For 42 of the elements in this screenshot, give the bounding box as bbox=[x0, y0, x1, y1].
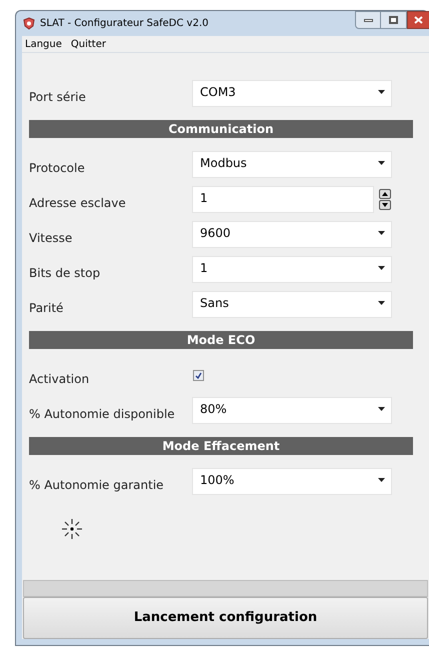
dropdown[interactable]: COM3 bbox=[192, 80, 392, 107]
field-label: Protocole bbox=[29, 160, 86, 176]
section-header: Communication bbox=[29, 120, 413, 138]
launch-configuration-button[interactable]: Lancement configuration bbox=[23, 597, 428, 639]
dropdown[interactable]: 80% bbox=[192, 397, 392, 424]
dropdown-caret-icon bbox=[378, 478, 385, 482]
menu-item[interactable]: Quitter bbox=[70, 36, 106, 52]
loading-spinner-icon bbox=[60, 517, 84, 541]
dropdown-caret-icon bbox=[378, 301, 385, 305]
field-label: Vitesse bbox=[29, 230, 74, 246]
field-label: Port série bbox=[29, 88, 87, 106]
dropdown-caret-icon bbox=[378, 231, 385, 235]
dropdown-caret-icon bbox=[378, 90, 385, 94]
dropdown-caret-icon bbox=[378, 266, 385, 270]
checkbox[interactable] bbox=[193, 370, 204, 381]
section-header: Mode ECO bbox=[29, 331, 413, 349]
dropdown[interactable]: 1 bbox=[192, 256, 392, 283]
dropdown[interactable]: Sans bbox=[192, 291, 392, 318]
spin-up-button[interactable] bbox=[379, 189, 391, 199]
menu-item[interactable]: Langue bbox=[25, 36, 62, 52]
field-label: Parité bbox=[29, 300, 64, 316]
shield-icon bbox=[23, 17, 35, 30]
minimize-button[interactable] bbox=[355, 11, 381, 29]
up-arrow-icon bbox=[382, 192, 388, 196]
maximize-button[interactable] bbox=[381, 11, 407, 29]
dropdown[interactable]: 100% bbox=[192, 468, 392, 495]
field-label: Activation bbox=[29, 370, 90, 388]
field-label: Adresse esclave bbox=[29, 194, 127, 212]
number-field[interactable]: 1 bbox=[192, 186, 374, 213]
dropdown-caret-icon bbox=[378, 161, 385, 165]
dropdown[interactable]: 9600 bbox=[192, 221, 392, 248]
dropdown[interactable]: Modbus bbox=[192, 151, 392, 178]
down-arrow-icon bbox=[382, 203, 388, 207]
spin-down-button[interactable] bbox=[379, 200, 391, 210]
close-icon bbox=[414, 16, 423, 24]
field-label: % Autonomie garantie bbox=[29, 476, 165, 494]
field-label: % Autonomie disponible bbox=[29, 406, 176, 422]
dropdown-caret-icon bbox=[378, 407, 385, 411]
window-title: SLAT - Configurateur SafeDC v2.0 bbox=[40, 17, 208, 31]
close-button[interactable] bbox=[407, 11, 429, 29]
section-header: Mode Effacement bbox=[29, 437, 413, 455]
field-label: Bits de stop bbox=[29, 264, 102, 282]
